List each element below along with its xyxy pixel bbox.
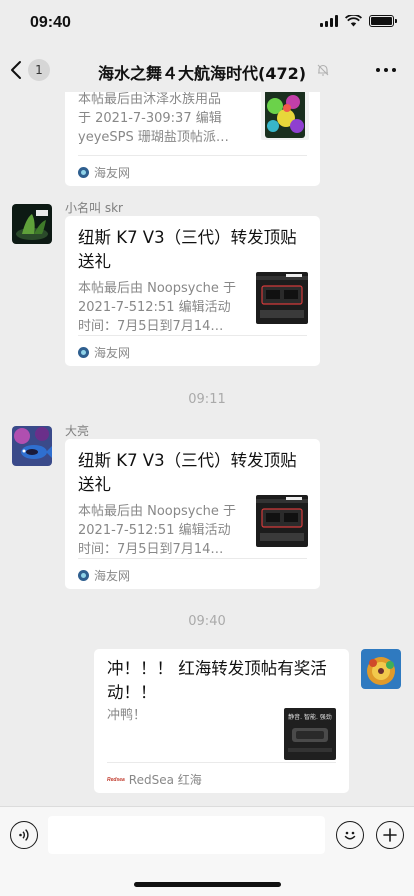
- message-timestamp: 09:11: [188, 392, 226, 407]
- card-divider: [78, 155, 307, 156]
- card-title-line: 纽斯 K7 V3（三代）转发顶贴: [78, 228, 297, 247]
- more-dot-icon: [376, 68, 380, 72]
- unread-count-badge: 1: [28, 59, 50, 81]
- haiyou-logo-icon: [78, 167, 89, 178]
- avatar[interactable]: [12, 204, 52, 244]
- sender-name: 小名叫 skr: [65, 201, 123, 215]
- my-avatar[interactable]: [361, 649, 401, 689]
- more-options-button[interactable]: [376, 62, 396, 78]
- card-title-line: 纽斯 K7 V3（三代）转发顶贴: [78, 451, 297, 470]
- emoji-button[interactable]: [336, 821, 364, 849]
- add-attachment-button[interactable]: [376, 821, 404, 849]
- haiyou-logo-icon: [78, 570, 89, 581]
- smiley-icon: [344, 831, 356, 840]
- redsea-logo-icon: Redsea: [107, 776, 125, 783]
- battery-icon: [369, 15, 397, 27]
- card-source-label: RedSea 红海: [128, 773, 202, 787]
- link-card[interactable]: 纽斯 K7 V3（三代）转发顶贴 送礼 本帖最后由 Noopsyche 于 20…: [65, 216, 320, 366]
- card-description-line: 2021-7-512:51 编辑活动: [78, 523, 231, 538]
- voice-wave-icon: [19, 829, 29, 841]
- mute-bell-icon: [317, 64, 329, 76]
- cellular-signal-icon: [320, 15, 338, 27]
- link-card[interactable]: 本帖最后由沐泽水族用品 于 2021-7-309:37 编辑 yeyeSPS 珊…: [65, 92, 320, 186]
- card-description-line: 时间：7月5日到7月14…: [78, 319, 224, 334]
- card-thumbnail-caption: 静音. 智能. 强劲: [288, 713, 332, 721]
- status-icons: [320, 15, 397, 27]
- link-card[interactable]: 纽斯 K7 V3（三代）转发顶贴 送礼 本帖最后由 Noopsyche 于 20…: [65, 439, 320, 589]
- card-title-line: 动！！: [107, 683, 157, 702]
- card-thumbnail-coral-salt: [261, 92, 309, 140]
- card-title-line: 送礼: [78, 475, 111, 494]
- card-description-line: 本帖最后由 Noopsyche 于: [78, 281, 236, 296]
- chat-title: 海水之舞４大航海时代(472): [98, 64, 307, 83]
- card-description-line: 本帖最后由 Noopsyche 于: [78, 504, 236, 519]
- card-description-line: 于 2021-7-309:37 编辑: [78, 111, 222, 126]
- card-source: 海友网: [78, 567, 130, 584]
- message-list[interactable]: 本帖最后由沐泽水族用品 于 2021-7-309:37 编辑 yeyeSPS 珊…: [0, 92, 414, 806]
- card-title-line: 送礼: [78, 252, 111, 271]
- card-source: Redsea RedSea 红海: [107, 771, 202, 788]
- chevron-left-icon: [11, 61, 21, 79]
- wifi-icon: [345, 15, 362, 27]
- card-source-label: 海友网: [94, 569, 131, 583]
- plus-icon: [383, 828, 397, 842]
- sender-name: 大亮: [65, 424, 90, 438]
- card-title-line: 冲！！！ 红海转发顶帖有奖活: [107, 659, 327, 678]
- avatar[interactable]: [12, 426, 52, 466]
- card-thumbnail-device: [256, 495, 308, 547]
- card-source-label: 海友网: [94, 166, 131, 180]
- card-source: 海友网: [78, 344, 130, 361]
- card-divider: [107, 762, 336, 763]
- card-description-line: 本帖最后由沐泽水族用品: [78, 92, 222, 107]
- back-button[interactable]: 1: [10, 54, 50, 86]
- card-description-line: 冲鸭！: [107, 708, 147, 723]
- home-indicator: [134, 882, 281, 887]
- card-description-line: 2021-7-512:51 编辑活动: [78, 300, 231, 315]
- card-source-label: 海友网: [94, 346, 131, 360]
- card-divider: [78, 335, 307, 336]
- link-card[interactable]: 冲！！！ 红海转发顶帖有奖活 动！！ 冲鸭！ 静音. 智能. 强劲 Redsea…: [94, 649, 349, 793]
- card-description-line: 时间：7月5日到7月14…: [78, 542, 224, 557]
- message-input[interactable]: [48, 816, 325, 854]
- card-thumbnail-device: [256, 272, 308, 324]
- card-divider: [78, 558, 307, 559]
- chat-header: 1 海水之舞４大航海时代(472): [0, 48, 414, 92]
- card-description-line: yeyeSPS 珊瑚盐顶帖派…: [78, 130, 229, 145]
- status-time: 09:40: [30, 14, 71, 31]
- message-timestamp: 09:40: [188, 614, 226, 629]
- haiyou-logo-icon: [78, 347, 89, 358]
- card-thumbnail-redsea-pump: 静音. 智能. 强劲: [284, 708, 336, 760]
- voice-button[interactable]: [10, 821, 38, 849]
- card-source: 海友网: [78, 164, 130, 181]
- status-bar: 09:40: [0, 0, 414, 48]
